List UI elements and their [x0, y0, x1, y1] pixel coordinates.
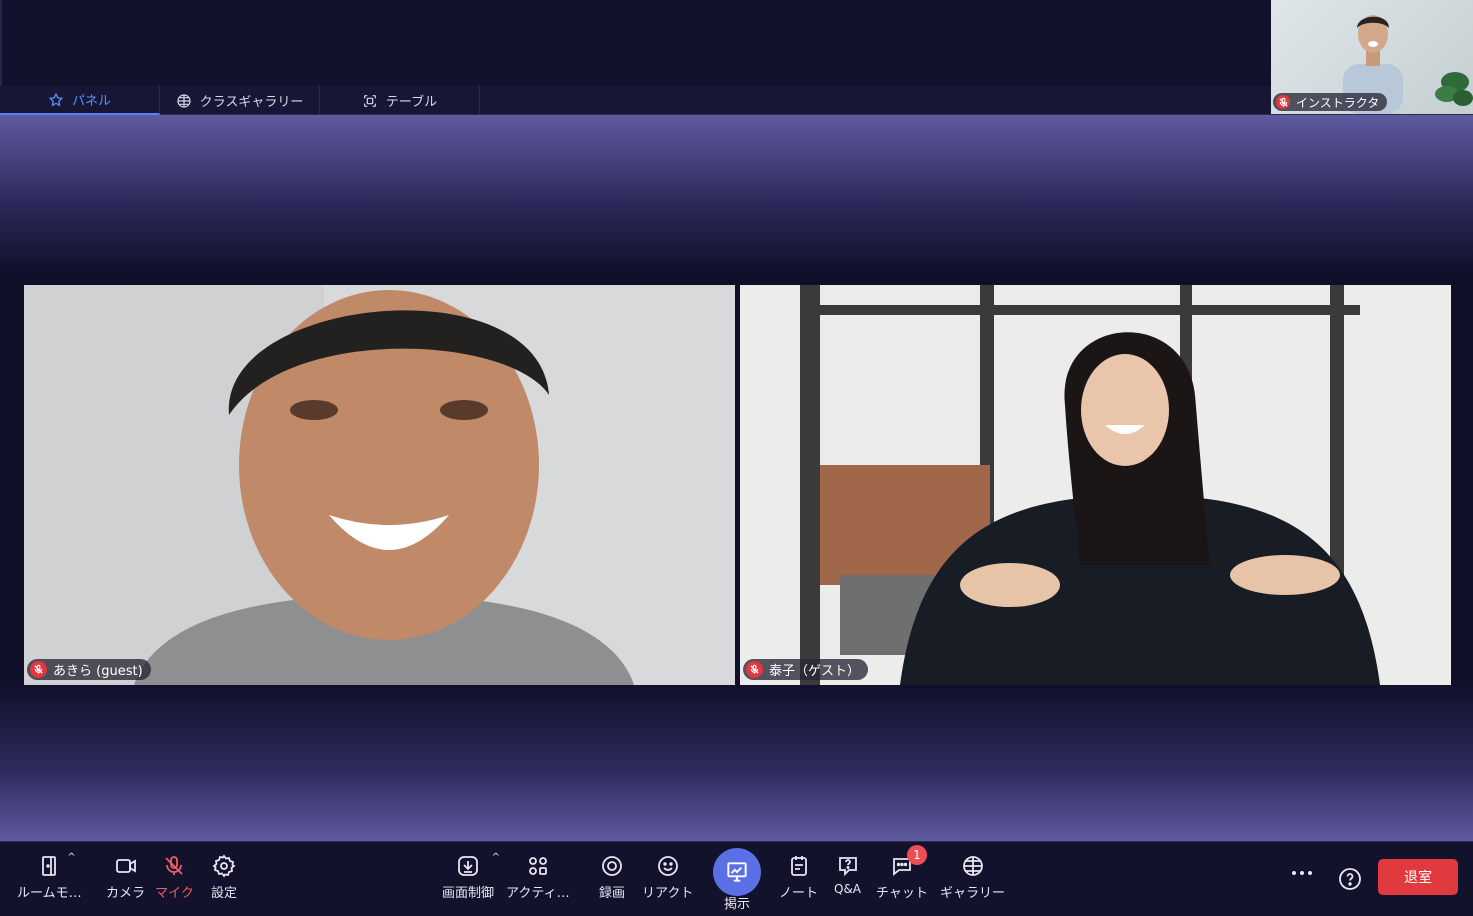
mic-button[interactable]: マイク: [155, 854, 194, 901]
present-button[interactable]: [713, 848, 761, 896]
top-bar: [0, 0, 1473, 86]
mic-muted-icon: [1276, 95, 1290, 109]
gallery-button[interactable]: ギャラリー: [940, 854, 1005, 901]
mic-muted-icon: [30, 661, 47, 678]
record-label: 録画: [599, 886, 626, 901]
frame-icon: [363, 94, 376, 107]
tab-table[interactable]: テーブル: [320, 86, 480, 115]
tab-class-gallery[interactable]: クラスギャラリー: [160, 86, 320, 115]
settings-label: 設定: [211, 886, 238, 901]
room-mode-label: ルームモ…: [17, 886, 82, 901]
activity-button[interactable]: アクティ…: [506, 854, 570, 901]
chat-unread-badge: 1: [907, 845, 927, 865]
camera-button[interactable]: カメラ: [106, 854, 145, 901]
instructor-video[interactable]: インストラクタ: [1271, 0, 1473, 114]
video-tile-akira[interactable]: あきら (guest): [24, 285, 735, 685]
instructor-name: インストラクタ: [1296, 95, 1380, 110]
mic-muted-icon: [746, 661, 763, 678]
notepad-icon: [790, 856, 807, 876]
note-button[interactable]: ノート: [779, 854, 818, 901]
camera-icon: [115, 859, 136, 873]
instructor-name-tag: インストラクタ: [1273, 93, 1388, 111]
room-mode-button[interactable]: ^ ルームモ…: [17, 852, 82, 901]
door-icon: [42, 856, 57, 876]
chevron-up-icon[interactable]: ^: [67, 852, 75, 863]
settings-button[interactable]: 設定: [211, 854, 237, 901]
react-label: リアクト: [642, 886, 694, 901]
mic-muted-icon: [165, 856, 184, 875]
gear-icon: [212, 854, 236, 878]
tab-label: テーブル: [385, 95, 438, 110]
react-button[interactable]: リアクト: [642, 854, 693, 901]
mic-label: マイク: [155, 886, 194, 901]
gallery-label: ギャラリー: [940, 886, 1006, 901]
present-label: 掲示: [723, 897, 750, 912]
participant-name-tag: あきら (guest): [27, 659, 151, 680]
tab-label: クラスギャラリー: [199, 95, 304, 110]
download-screen-icon: [458, 856, 478, 876]
presentation-icon: [727, 862, 747, 882]
record-button[interactable]: 録画: [599, 854, 625, 901]
smile-icon: [657, 856, 678, 876]
participant-name: 泰子（ゲスト）: [769, 664, 861, 679]
video-tile-yasuko[interactable]: 泰子（ゲスト）: [740, 285, 1451, 685]
chat-label: チャット: [876, 886, 928, 901]
chevron-up-icon[interactable]: ^: [492, 852, 500, 863]
participant-image: [740, 285, 1451, 685]
view-tabs: パネル クラスギャラリー テーブル: [0, 86, 1473, 115]
screen-control-label: 画面制御: [442, 886, 495, 901]
tab-label: パネル: [71, 94, 111, 109]
leave-button[interactable]: 退室: [1378, 859, 1458, 895]
qa-button[interactable]: Q&A: [834, 854, 861, 896]
plant-image: [1435, 72, 1473, 106]
tab-panel[interactable]: パネル: [0, 86, 160, 115]
qa-label: Q&A: [834, 882, 862, 896]
more-icon[interactable]: [1290, 868, 1314, 878]
star-icon: [48, 91, 64, 106]
bottom-toolbar: ^ ルームモ… カメラ マイク 設定 ^ 画面制御 アクティ… 録画 リアクト …: [0, 841, 1473, 916]
participant-name: あきら (guest): [53, 664, 143, 679]
question-bubble-icon: [838, 857, 857, 877]
grid-globe-icon: [962, 856, 983, 876]
note-label: ノート: [779, 886, 819, 901]
grid-globe-icon: [177, 93, 191, 108]
help-icon[interactable]: [1338, 867, 1362, 891]
participant-image: [24, 285, 735, 685]
activity-grid-icon: [528, 857, 547, 875]
activity-label: アクティ…: [506, 886, 570, 901]
record-icon: [602, 856, 622, 876]
camera-label: カメラ: [106, 886, 146, 901]
participant-name-tag: 泰子（ゲスト）: [743, 659, 869, 680]
screen-control-button[interactable]: ^ 画面制御: [442, 852, 500, 901]
